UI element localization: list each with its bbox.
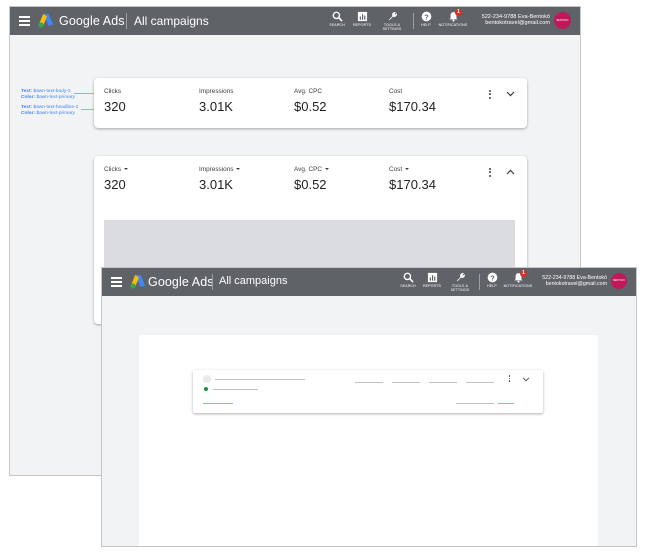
skeleton-line <box>215 379 305 380</box>
skeleton-line <box>392 382 420 383</box>
account-email: bentokotravel@gmail.com <box>545 281 607 288</box>
reports-icon <box>427 272 437 283</box>
more-vert-icon[interactable] <box>507 375 512 385</box>
tools-label-2: SETTINGS <box>382 27 402 31</box>
page-title: All campaigns <box>134 14 209 28</box>
reports-icon <box>357 11 367 22</box>
avatar[interactable]: BENTOKO <box>611 273 627 289</box>
status-dot <box>204 387 208 391</box>
menu-icon[interactable] <box>19 16 30 26</box>
more-vert-icon[interactable] <box>487 168 493 180</box>
google-ads-logo <box>38 14 54 28</box>
skeleton-line <box>498 403 514 404</box>
top-app-bar: Google Ads All campaigns SEARCH REPORTS … <box>102 268 636 296</box>
notifications-button[interactable]: 1 NOTIFICATIONS <box>436 9 470 27</box>
notifications-label: NOTIFICATIONS <box>438 23 468 27</box>
help-icon: ? <box>487 272 497 283</box>
style-annotation-headline: Text: $awn-text-headline-2 Color: $awn-t… <box>21 105 79 116</box>
svg-text:?: ? <box>490 273 495 282</box>
tools-icon <box>456 273 465 282</box>
chevron-down-icon[interactable] <box>506 91 515 97</box>
avatar[interactable]: BENTOKO <box>554 12 571 29</box>
metric-impressions[interactable]: Impressions 3.01K <box>199 166 289 192</box>
google-ads-logo <box>130 275 146 289</box>
more-vert-icon[interactable] <box>487 90 493 102</box>
chevron-up-icon[interactable] <box>506 169 515 175</box>
skeleton-line <box>429 382 457 383</box>
divider <box>212 274 213 290</box>
style-annotation-body: Text: $awn-text-body-2 Color: $awn-text-… <box>21 89 75 100</box>
tools-settings-button[interactable]: TOOLS & SETTINGS <box>443 272 477 292</box>
tools-settings-button[interactable]: TOOLS & SETTINGS <box>375 11 409 31</box>
metrics-card-collapsed: Clicks 320 Impressions 3.01K Avg. CPC $0… <box>94 78 527 128</box>
dropdown-caret-icon <box>405 168 410 171</box>
notification-badge: 1 <box>520 270 527 277</box>
svg-text:?: ? <box>424 12 429 21</box>
skeleton-avatar <box>203 375 211 383</box>
skeleton-line <box>213 389 258 390</box>
notifications-label: NOTIFICATIONS <box>503 284 533 288</box>
skeleton-line <box>203 403 233 404</box>
skeleton-line <box>456 403 494 404</box>
content-area <box>139 335 598 546</box>
search-icon <box>403 272 414 283</box>
notification-badge: 1 <box>455 9 462 16</box>
search-icon <box>332 11 343 22</box>
reports-button[interactable]: REPORTS <box>345 11 379 27</box>
dropdown-caret-icon <box>324 168 329 171</box>
skeleton-line <box>355 382 383 383</box>
dropdown-caret-icon <box>236 168 241 171</box>
divider <box>126 13 127 29</box>
skeleton-line <box>466 382 494 383</box>
skeleton-card <box>193 370 543 413</box>
front-window: Google Ads All campaigns SEARCH REPORTS … <box>101 267 637 547</box>
reports-label: REPORTS <box>352 23 371 27</box>
metric-clicks: Clicks 320 <box>104 88 126 114</box>
metric-clicks[interactable]: Clicks 320 <box>104 166 194 192</box>
metric-impressions: Impressions 3.01K <box>199 88 234 114</box>
account-email: bentokotravel@gmail.com <box>485 20 550 27</box>
tools-label-2: SETTINGS <box>450 288 470 292</box>
brand-name: Google Ads <box>148 275 214 289</box>
top-app-bar: Google Ads All campaigns SEARCH REPORTS … <box>10 7 580 35</box>
notifications-button[interactable]: 1 NOTIFICATIONS <box>501 270 535 288</box>
page-title: All campaigns <box>219 275 288 287</box>
tools-icon <box>388 12 397 21</box>
metric-cost: Cost $170.34 <box>389 88 436 114</box>
dropdown-caret-icon <box>124 168 129 171</box>
account-info[interactable]: 522-234-9788 Eva-Bentokō bentokotravel@g… <box>472 14 550 27</box>
menu-icon[interactable] <box>111 277 122 287</box>
metric-avg-cpc: Avg. CPC $0.52 <box>294 88 327 114</box>
metric-cost[interactable]: Cost $170.34 <box>389 166 479 192</box>
help-icon: ? <box>421 11 431 22</box>
brand-name: Google Ads <box>59 14 125 28</box>
metric-avg-cpc[interactable]: Avg. CPC $0.52 <box>294 166 384 192</box>
chevron-down-icon[interactable] <box>522 377 530 382</box>
account-info[interactable]: 522-234-9788 Eva-Bentokō bentokotravel@g… <box>534 275 607 288</box>
